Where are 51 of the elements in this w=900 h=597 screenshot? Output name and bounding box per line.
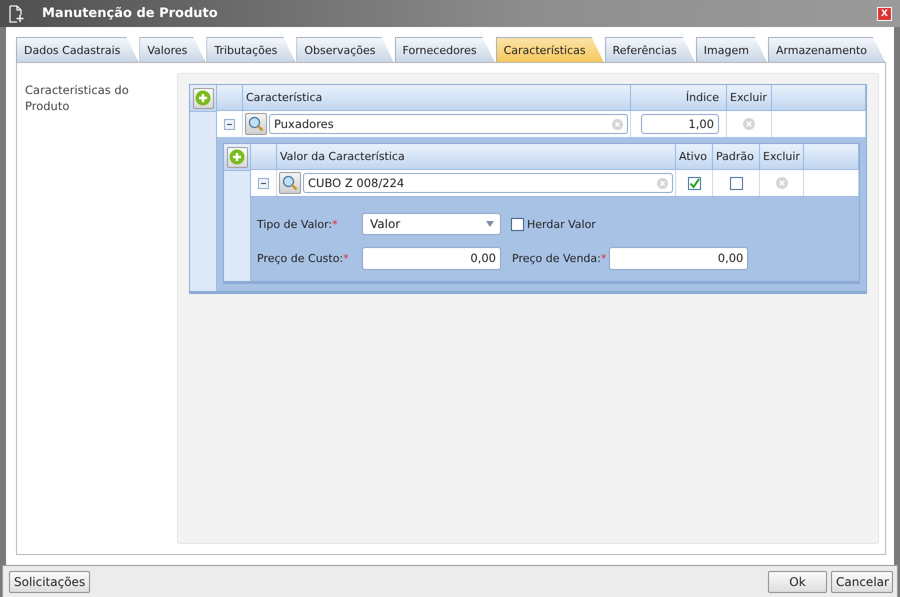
tab[interactable]: Dados Cadastrais: [16, 37, 138, 62]
search-button[interactable]: [279, 172, 301, 194]
dropdown[interactable]: Valor: [362, 213, 501, 235]
column-header: Excluir: [727, 85, 772, 111]
tab[interactable]: Valores: [139, 37, 206, 62]
input-field[interactable]: Puxadores: [269, 114, 628, 134]
input-field[interactable]: 0,00: [609, 246, 748, 270]
column-header: Excluir: [760, 144, 804, 170]
field-label: Tipo de Valor:: [257, 218, 332, 230]
tab[interactable]: Tributações: [206, 37, 296, 62]
input-field[interactable]: CUBO Z 008/224: [303, 173, 673, 193]
input-field[interactable]: 0,00: [362, 246, 501, 270]
plus-icon: [195, 90, 211, 106]
tab[interactable]: Características: [496, 37, 604, 62]
tab[interactable]: Imagem: [696, 37, 767, 62]
add-button[interactable]: [192, 88, 214, 108]
collapse-icon[interactable]: [258, 178, 269, 188]
checkbox[interactable]: [688, 176, 700, 190]
search-button[interactable]: [245, 113, 267, 135]
field-label: Preço de Custo:: [257, 252, 344, 264]
plus-icon: [229, 149, 245, 165]
document-plus-icon: [8, 4, 24, 22]
tab[interactable]: Armazenamento: [768, 37, 885, 62]
required-mark: *: [332, 218, 338, 230]
window-title: Manutenção de Produto: [42, 6, 219, 21]
required-mark: *: [600, 252, 606, 264]
tab[interactable]: Observações: [296, 37, 394, 62]
checkbox[interactable]: [730, 176, 742, 190]
field-label: Preço de Venda:: [512, 252, 601, 264]
footer-button[interactable]: Ok: [768, 571, 827, 593]
column-header: Valor da Característica: [277, 144, 676, 170]
close-button[interactable]: X: [877, 6, 892, 20]
checkbox[interactable]: [511, 218, 524, 230]
tab[interactable]: Referências: [604, 37, 695, 62]
column-header: Índice: [631, 85, 727, 111]
required-mark: *: [343, 252, 349, 264]
section-label: Caracteristicas do Produto: [25, 82, 130, 114]
collapse-icon[interactable]: [224, 118, 235, 130]
search-icon: [248, 116, 264, 132]
tab[interactable]: Fornecedores: [394, 37, 495, 62]
column-header: [804, 144, 859, 170]
column-header: Ativo: [676, 144, 713, 170]
solicitacoes-button[interactable]: Solicitações: [9, 571, 90, 593]
checkbox-label: Herdar Valor: [527, 218, 596, 230]
caret-icon: [486, 221, 494, 227]
footer-button[interactable]: Cancelar: [831, 571, 893, 593]
input-field[interactable]: 1,00: [641, 114, 719, 134]
search-icon: [282, 175, 298, 191]
column-header: Característica: [243, 85, 631, 111]
column-header: Padrão: [713, 144, 760, 170]
add-button[interactable]: [226, 146, 248, 168]
